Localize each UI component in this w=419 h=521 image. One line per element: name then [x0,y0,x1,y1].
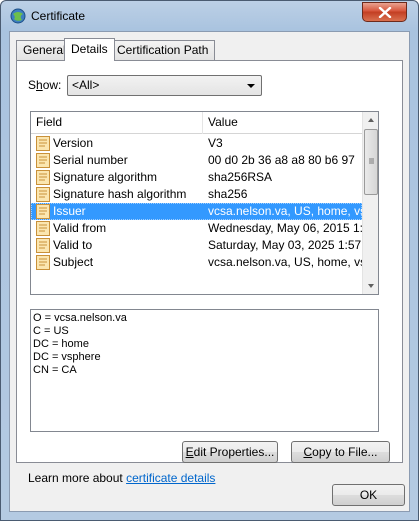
show-dropdown[interactable]: <All> [67,75,262,96]
field-name: Signature algorithm [53,170,158,184]
scroll-down-arrow-icon[interactable] [363,277,379,294]
list-item-selected[interactable]: Issuer vcsa.nelson.va, US, home, vs... [31,203,364,220]
field-value: Wednesday, May 06, 2015 1:... [208,221,364,235]
list-item[interactable]: Valid to Saturday, May 03, 2025 1:57:... [31,237,364,254]
certificate-field-icon [36,238,50,253]
chevron-down-icon [247,84,255,88]
field-name: Valid to [53,238,93,252]
list-item[interactable]: Signature hash algorithm sha256 [31,186,362,203]
certificate-window: Certificate General Details Certificatio… [0,0,419,521]
scroll-up-arrow-icon[interactable] [363,112,379,129]
tab-general-label: General [23,43,66,57]
field-name: Version [53,136,94,150]
learn-more-text: Learn more about [28,471,127,485]
edit-properties-button[interactable]: Edit Properties... [182,441,278,463]
learn-more: Learn more about certificate details [28,471,215,485]
tab-certification-path-label: Certification Path [117,43,209,57]
certificate-field-icon [36,204,50,219]
detail-line: CN = CA [33,364,77,376]
certificate-field-icon [36,170,50,185]
details-panel: Show: <All> Field Value Version V3 Serial… [16,60,403,485]
window-title: Certificate [31,9,86,23]
field-name: Signature hash algorithm [53,187,187,201]
copy-to-file-button[interactable]: Copy to File... [291,441,390,463]
tab-details-label: Details [71,42,108,56]
field-value: 00 d0 2b 36 a8 a8 80 b6 97 [208,153,355,167]
field-value: Saturday, May 03, 2025 1:57:... [208,238,364,252]
field-detail-box[interactable]: O = vcsa.nelson.va C = US DC = home DC =… [30,309,379,432]
ok-button-label: OK [359,488,378,502]
field-value: vcsa.nelson.va, US, home, vs... [208,255,364,269]
certificate-field-icon [36,153,50,168]
field-name: Issuer [53,204,86,218]
certificate-field-icon [36,187,50,202]
detail-line: C = US [33,325,69,337]
show-label: Show: [28,78,62,92]
grip-icon [369,158,374,164]
detail-line: O = vcsa.nelson.va [33,312,127,324]
title-bar[interactable]: Certificate [1,1,418,31]
tab-certification-path[interactable]: Certification Path [110,40,216,60]
field-name: Serial number [53,153,128,167]
ok-button[interactable]: OK [332,484,405,506]
scrollbar-thumb[interactable] [364,129,378,195]
close-icon [378,7,392,18]
list-item[interactable]: Version V3 [31,135,362,152]
list-item[interactable]: Serial number 00 d0 2b 36 a8 a8 80 b6 97 [31,152,362,169]
field-name: Subject [53,255,94,269]
field-name: Valid from [53,221,107,235]
certificate-details-link[interactable]: certificate details [126,471,215,485]
field-value: V3 [208,136,223,150]
field-value: sha256RSA [208,170,273,184]
detail-line: DC = home [33,338,89,350]
list-item[interactable]: Valid from Wednesday, May 06, 2015 1:... [31,220,364,237]
list-header: Field Value [31,112,362,134]
certificate-field-icon [36,136,50,151]
list-item[interactable]: Signature algorithm sha256RSA [31,169,362,186]
certificate-field-icon [36,221,50,236]
certificate-field-icon [36,255,50,270]
column-divider[interactable] [202,112,203,134]
fields-list[interactable]: Field Value Version V3 Serial number 00 d0… [30,111,379,295]
list-item[interactable]: Subject vcsa.nelson.va, US, home, vs... [31,254,364,271]
field-value: vcsa.nelson.va, US, home, vs... [208,204,364,218]
column-header-value[interactable]: Value [208,115,238,129]
tab-details[interactable]: Details [64,38,115,61]
dialog-client-area: General Details Certification Path Show:… [9,31,410,512]
list-scrollbar[interactable] [362,112,379,294]
field-value: sha256 [208,187,248,201]
close-button[interactable] [362,2,407,22]
column-header-field[interactable]: Field [36,115,62,129]
list-rows: Version V3 Serial number 00 d0 2b 36 a8 a8… [31,135,364,271]
certificate-app-icon [10,8,26,24]
detail-line: DC = vsphere [33,351,101,363]
show-dropdown-value: <All> [72,78,100,92]
